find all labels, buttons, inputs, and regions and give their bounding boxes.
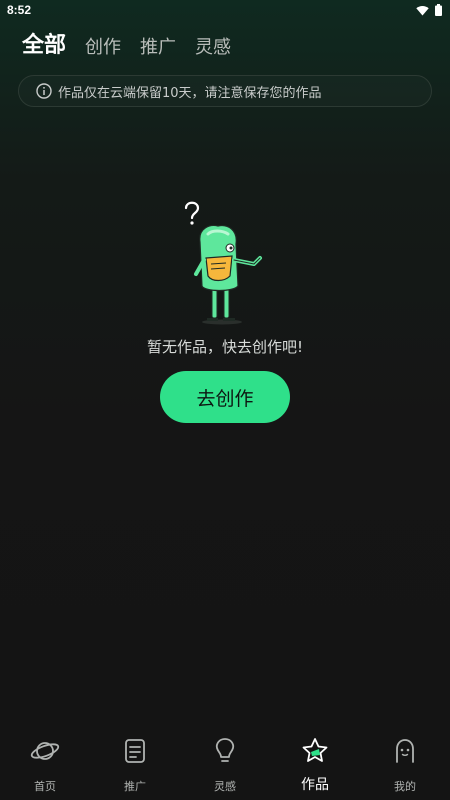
battery-icon bbox=[435, 4, 442, 16]
tab-inspiration[interactable]: 灵感 bbox=[195, 36, 231, 60]
nav-item-works[interactable]: 作品 bbox=[270, 730, 360, 800]
tab-all[interactable]: 全部 bbox=[22, 32, 66, 60]
retention-notice: 作品仅在云端保留10天，请注意保存您的作品 bbox=[18, 75, 432, 107]
status-icons bbox=[416, 4, 442, 16]
nav-label-promote: 推广 bbox=[124, 780, 146, 793]
planet-icon bbox=[30, 742, 60, 760]
wifi-icon bbox=[416, 5, 429, 15]
star-icon bbox=[302, 738, 328, 762]
go-create-button[interactable]: 去创作 bbox=[160, 371, 290, 423]
empty-message: 暂无作品，快去创作吧! bbox=[146, 338, 303, 356]
notice-text: 作品仅在云端保留10天，请注意保存您的作品 bbox=[58, 85, 322, 101]
nav-item-profile[interactable]: 我的 bbox=[360, 730, 450, 800]
nav-item-inspiration[interactable]: 灵感 bbox=[180, 730, 270, 800]
nav-label-inspiration: 灵感 bbox=[214, 780, 236, 793]
nav-label-home: 首页 bbox=[34, 780, 56, 793]
confused-character-illustration bbox=[184, 201, 262, 325]
tab-create[interactable]: 创作 bbox=[85, 36, 121, 60]
category-tabs: 全部 创作 推广 灵感 bbox=[22, 26, 231, 60]
nav-label-profile: 我的 bbox=[394, 780, 416, 793]
status-time: 8:52 bbox=[7, 3, 32, 17]
info-icon bbox=[36, 83, 52, 99]
status-bar: 8:52 bbox=[0, 0, 450, 20]
nav-label-works: 作品 bbox=[301, 777, 329, 793]
tab-promote[interactable]: 推广 bbox=[140, 36, 176, 60]
profile-icon bbox=[396, 739, 414, 763]
document-icon bbox=[125, 739, 145, 763]
nav-item-home[interactable]: 首页 bbox=[0, 730, 90, 800]
lightbulb-icon bbox=[215, 738, 235, 762]
bottom-nav: 首页 推广 灵感 作品 我的 bbox=[0, 730, 450, 800]
nav-item-promote[interactable]: 推广 bbox=[90, 730, 180, 800]
